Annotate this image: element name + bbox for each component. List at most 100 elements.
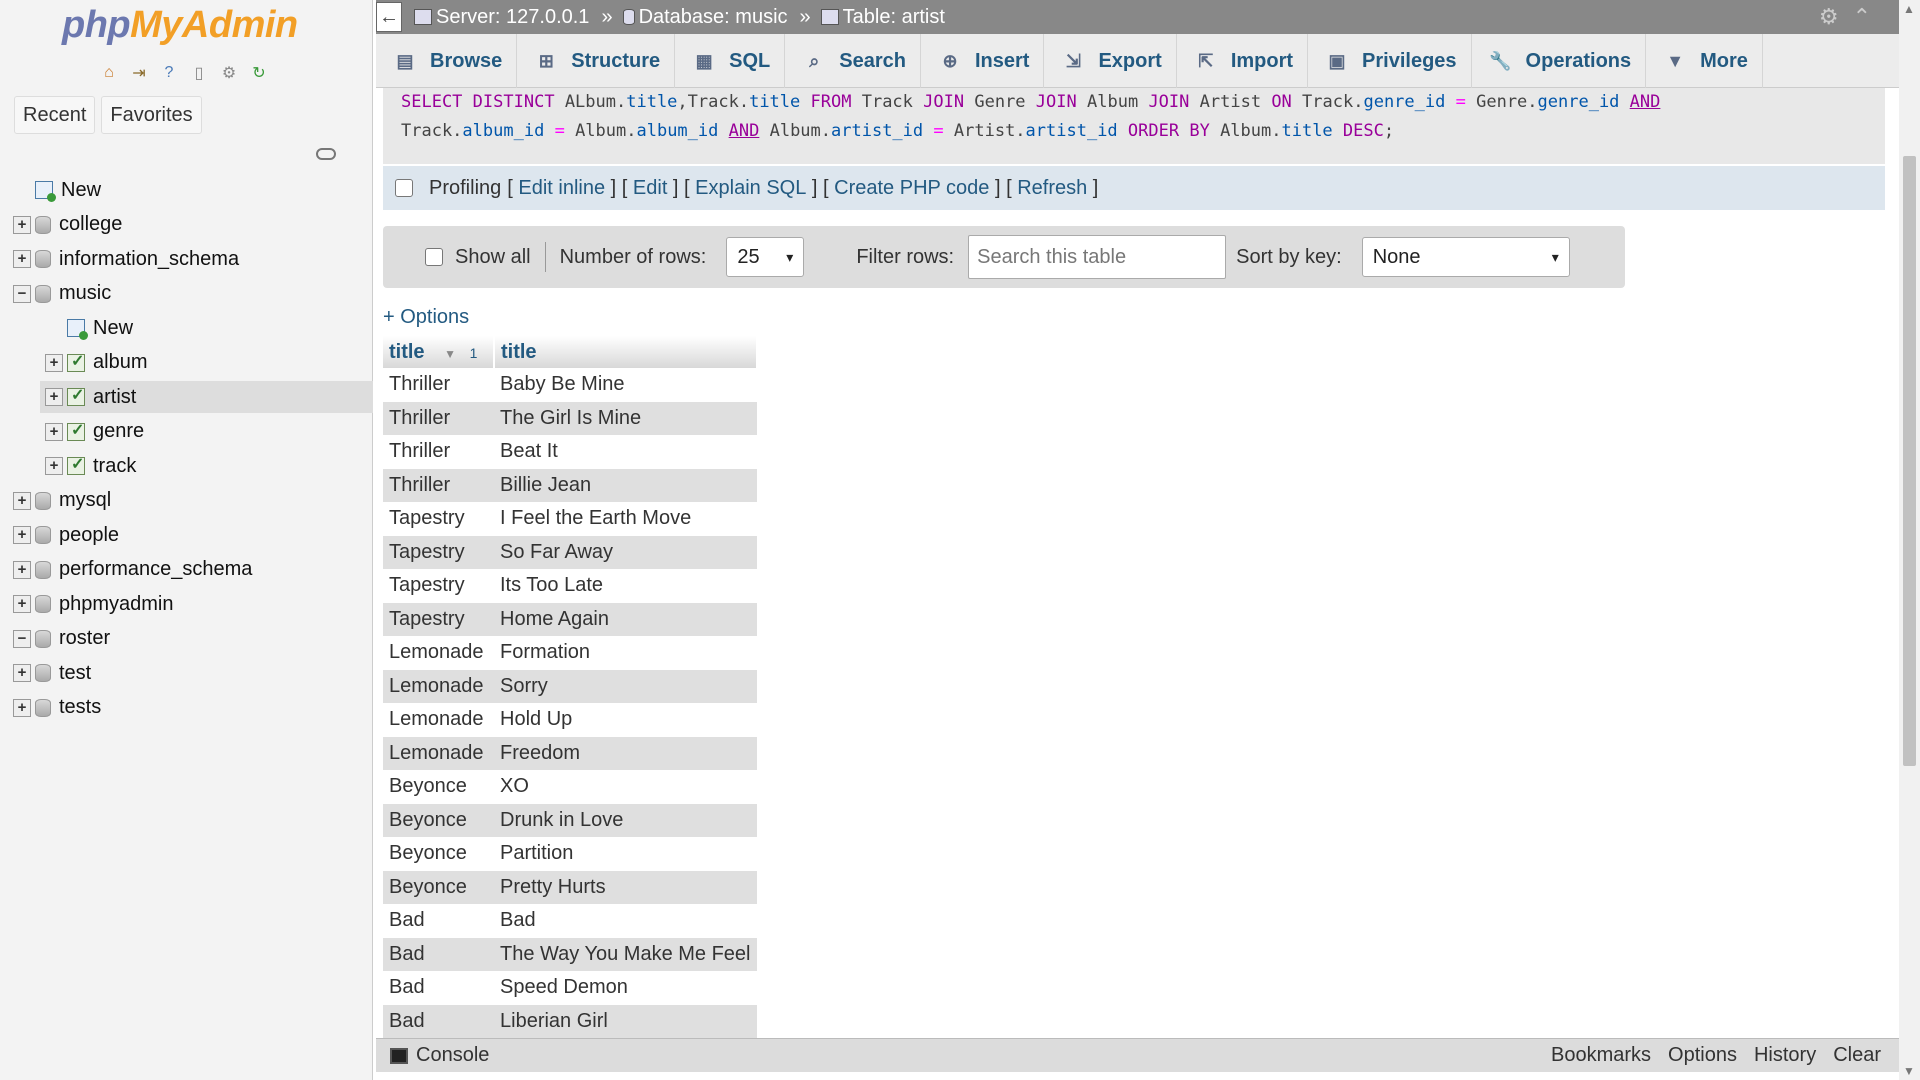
expand-icon[interactable]: + bbox=[13, 491, 31, 510]
settings-gear-icon[interactable]: ⚙ bbox=[1819, 4, 1839, 30]
cell-track-title[interactable]: Freedom bbox=[494, 736, 757, 770]
cell-album-title[interactable]: Thriller bbox=[383, 435, 494, 469]
cell-album-title[interactable]: Tapestry bbox=[383, 535, 494, 569]
breadcrumb-table[interactable]: Table: artist bbox=[820, 6, 945, 29]
expand-icon[interactable]: + bbox=[13, 215, 31, 234]
cell-album-title[interactable]: Beyonce bbox=[383, 803, 494, 837]
tree-item-phpmyadmin[interactable]: + phpmyadmin bbox=[0, 588, 373, 620]
tree-item-college[interactable]: + college bbox=[0, 209, 373, 241]
table-row[interactable]: Lemonade Hold Up bbox=[383, 703, 757, 737]
expand-icon[interactable]: + bbox=[45, 457, 63, 475]
scrollbar-thumb[interactable] bbox=[1903, 156, 1916, 766]
tree-item-new[interactable]: New bbox=[0, 312, 373, 344]
cell-album-title[interactable]: Tapestry bbox=[383, 602, 494, 636]
cell-album-title[interactable]: Beyonce bbox=[383, 837, 494, 871]
table-row[interactable]: Bad Bad bbox=[383, 904, 757, 938]
cell-track-title[interactable]: Home Again bbox=[494, 602, 757, 636]
table-row[interactable]: Lemonade Sorry bbox=[383, 669, 757, 703]
expand-icon[interactable]: + bbox=[13, 526, 31, 544]
tab-operations[interactable]: 🔧 Operations bbox=[1472, 34, 1647, 88]
expand-icon[interactable]: + bbox=[13, 560, 31, 579]
expand-icon[interactable]: + bbox=[13, 664, 31, 682]
cell-track-title[interactable]: Bad bbox=[494, 904, 757, 938]
collapse-sidebar-button[interactable]: ← bbox=[376, 2, 402, 32]
cell-album-title[interactable]: Lemonade bbox=[383, 636, 494, 670]
table-row[interactable]: Lemonade Freedom bbox=[383, 736, 757, 770]
cell-track-title[interactable]: So Far Away bbox=[494, 535, 757, 569]
vertical-scrollbar[interactable]: ▲ ▼ bbox=[1899, 0, 1920, 1080]
tab-browse[interactable]: ▤ Browse bbox=[376, 34, 518, 88]
cell-album-title[interactable]: Tapestry bbox=[383, 502, 494, 536]
table-row[interactable]: Tapestry Home Again bbox=[383, 602, 757, 636]
cell-track-title[interactable]: The Way You Make Me Feel bbox=[494, 937, 757, 971]
tree-item-album[interactable]: + album bbox=[0, 347, 373, 379]
edit-inline-link[interactable]: Edit inline bbox=[518, 177, 605, 200]
cell-track-title[interactable]: I Feel the Earth Move bbox=[494, 502, 757, 536]
table-row[interactable]: Beyonce Partition bbox=[383, 837, 757, 871]
tab-import[interactable]: ⇱ Import bbox=[1177, 34, 1309, 88]
tab-insert[interactable]: ⊕ Insert bbox=[921, 34, 1045, 88]
tree-item-people[interactable]: + people bbox=[0, 519, 373, 551]
tab-export[interactable]: ⇲ Export bbox=[1044, 34, 1177, 88]
tree-item-artist[interactable]: + artist bbox=[40, 381, 373, 413]
collapse-icon[interactable]: − bbox=[13, 629, 31, 648]
cell-track-title[interactable]: Liberian Girl bbox=[494, 1004, 757, 1038]
cell-track-title[interactable]: Baby Be Mine bbox=[494, 368, 757, 402]
tree-item-mysql[interactable]: + mysql bbox=[0, 485, 373, 517]
cell-album-title[interactable]: Lemonade bbox=[383, 669, 494, 703]
cell-album-title[interactable]: Bad bbox=[383, 971, 494, 1005]
console-clear-link[interactable]: Clear bbox=[1833, 1044, 1881, 1067]
tree-item-music[interactable]: − music bbox=[0, 278, 373, 310]
tab-sql[interactable]: ▦ SQL bbox=[675, 34, 786, 88]
expand-icon[interactable]: + bbox=[13, 595, 31, 613]
cell-track-title[interactable]: Hold Up bbox=[494, 703, 757, 737]
table-row[interactable]: Thriller Baby Be Mine bbox=[383, 368, 757, 402]
reload-icon[interactable]: ↻ bbox=[248, 62, 270, 84]
console-toggle[interactable]: Console bbox=[390, 1044, 489, 1067]
console-options-link[interactable]: Options bbox=[1668, 1044, 1737, 1067]
cell-track-title[interactable]: Beat It bbox=[494, 435, 757, 469]
table-row[interactable]: Bad Speed Demon bbox=[383, 971, 757, 1005]
table-row[interactable]: Thriller Billie Jean bbox=[383, 468, 757, 502]
tree-item-genre[interactable]: + genre bbox=[0, 416, 373, 448]
create-php-code-link[interactable]: Create PHP code bbox=[834, 177, 989, 200]
table-row[interactable]: Tapestry So Far Away bbox=[383, 535, 757, 569]
expand-icon[interactable]: + bbox=[45, 422, 63, 441]
expand-icon[interactable]: + bbox=[13, 698, 31, 717]
cell-album-title[interactable]: Thriller bbox=[383, 401, 494, 435]
cell-track-title[interactable]: Pretty Hurts bbox=[494, 870, 757, 904]
edit-link[interactable]: Edit bbox=[633, 177, 667, 200]
home-icon[interactable]: ⌂ bbox=[98, 62, 120, 84]
console-bookmarks-link[interactable]: Bookmarks bbox=[1551, 1044, 1651, 1067]
cell-album-title[interactable]: Thriller bbox=[383, 468, 494, 502]
table-row[interactable]: Bad Liberian Girl bbox=[383, 1004, 757, 1038]
scroll-down-arrow-icon[interactable]: ▼ bbox=[1903, 1064, 1915, 1078]
help-icon[interactable]: ? bbox=[158, 62, 180, 84]
collapse-icon[interactable]: − bbox=[13, 284, 31, 303]
logout-icon[interactable]: ⇥ bbox=[128, 62, 150, 84]
refresh-link[interactable]: Refresh bbox=[1017, 177, 1087, 200]
phpmyadmin-logo[interactable]: phpMyAdmin bbox=[62, 4, 298, 47]
tab-search[interactable]: ⌕ Search bbox=[785, 34, 921, 88]
cell-album-title[interactable]: Bad bbox=[383, 1004, 494, 1038]
tab-more[interactable]: ▼ More bbox=[1646, 34, 1763, 88]
console-history-link[interactable]: History bbox=[1754, 1044, 1816, 1067]
filter-rows-input[interactable]: Search this table bbox=[968, 235, 1227, 279]
expand-icon[interactable]: + bbox=[45, 353, 63, 372]
table-row[interactable]: Beyonce Pretty Hurts bbox=[383, 870, 757, 904]
cell-track-title[interactable]: Its Too Late bbox=[494, 569, 757, 603]
docs-icon[interactable]: ▯ bbox=[188, 62, 210, 84]
cell-album-title[interactable]: Thriller bbox=[383, 368, 494, 402]
profiling-checkbox[interactable] bbox=[395, 179, 413, 197]
table-row[interactable]: Beyonce XO bbox=[383, 770, 757, 804]
tree-item-roster[interactable]: − roster bbox=[0, 623, 373, 655]
cell-album-title[interactable]: Lemonade bbox=[383, 703, 494, 737]
scroll-up-arrow-icon[interactable]: ▲ bbox=[1903, 2, 1915, 16]
options-toggle-link[interactable]: + Options bbox=[383, 306, 469, 329]
cell-album-title[interactable]: Lemonade bbox=[383, 736, 494, 770]
breadcrumb-server[interactable]: Server: 127.0.0.1 bbox=[414, 6, 589, 29]
table-row[interactable]: Beyonce Drunk in Love bbox=[383, 803, 757, 837]
cell-track-title[interactable]: XO bbox=[494, 770, 757, 804]
favorites-button[interactable]: Favorites bbox=[101, 96, 202, 134]
explain-sql-link[interactable]: Explain SQL bbox=[695, 177, 806, 200]
